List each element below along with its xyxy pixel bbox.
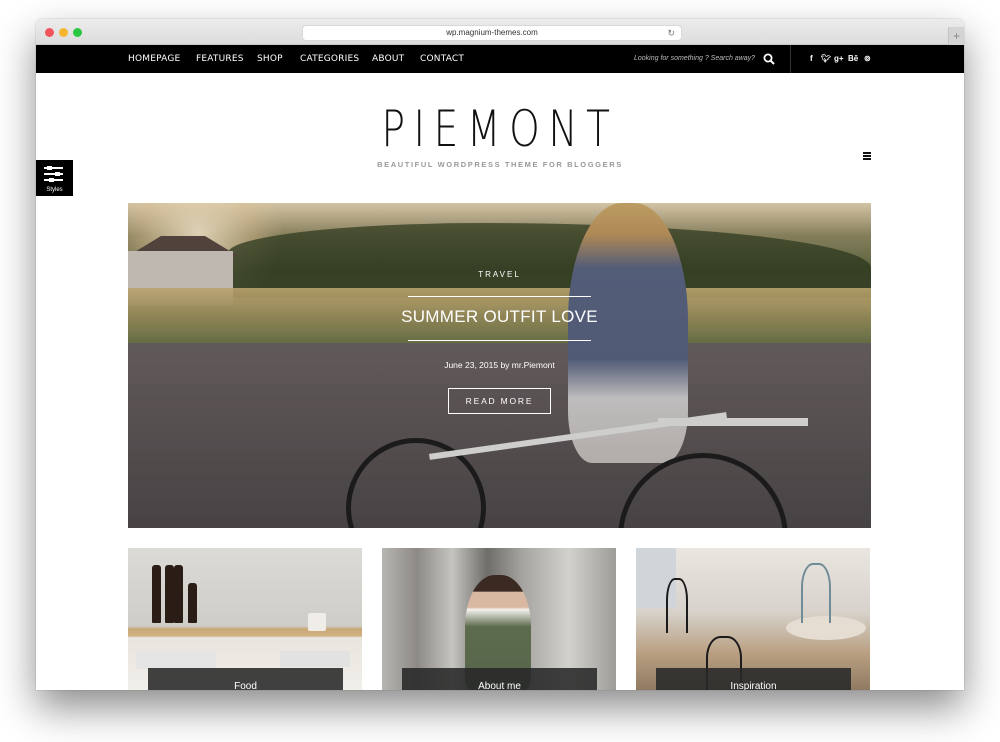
category-card-inspiration[interactable]: Inspiration <box>636 548 870 690</box>
browser-window: wp.magnium-themes.com ↻ + HOMEPAGE FEATU… <box>36 19 964 690</box>
nav-item-categories[interactable]: CATEGORIES <box>300 45 359 73</box>
search-input[interactable]: Looking for something ? Search away? <box>634 45 755 73</box>
card-image-chair <box>801 563 831 623</box>
nav-item-homepage[interactable]: HOMEPAGE <box>128 45 180 73</box>
card-image-magazines <box>136 651 216 669</box>
page-content: PIEMONT BEAUTIFUL WORDPRESS THEME FOR BL… <box>36 73 964 690</box>
card-image-bottle <box>188 583 197 623</box>
featured-post[interactable]: TRAVEL SUMMER OUTFIT LOVE June 23, 2015 … <box>128 203 871 528</box>
read-more-button[interactable]: READ MORE <box>448 388 551 414</box>
minimize-window-button[interactable] <box>59 28 68 37</box>
nav-item-features[interactable]: FEATURES <box>196 45 244 73</box>
card-image-magazines <box>280 651 350 667</box>
card-image-plant-pot <box>308 613 326 631</box>
post-category[interactable]: TRAVEL <box>128 270 871 279</box>
reload-icon[interactable]: ↻ <box>667 26 675 40</box>
pinterest-icon[interactable]: ⊚ <box>864 45 871 73</box>
card-image-chair <box>666 578 688 633</box>
address-bar[interactable]: wp.magnium-themes.com ↻ <box>302 25 682 41</box>
styles-label: Styles <box>46 187 63 193</box>
card-image-bottle <box>174 565 183 623</box>
nav-divider <box>790 45 791 73</box>
category-card-about[interactable]: About me <box>382 548 616 690</box>
slider-icon-knob <box>47 165 52 170</box>
slider-icon-knob <box>49 177 54 182</box>
slider-icon-line <box>44 173 63 175</box>
facebook-icon[interactable]: f <box>810 45 813 73</box>
new-tab-button[interactable]: + <box>948 27 964 45</box>
styles-panel-toggle[interactable]: Styles <box>36 160 73 196</box>
nav-item-about[interactable]: ABOUT <box>372 45 404 73</box>
nav-item-shop[interactable]: SHOP <box>257 45 283 73</box>
maximize-window-button[interactable] <box>73 28 82 37</box>
twitter-icon[interactable]: 🐦︎ <box>821 45 831 73</box>
divider <box>408 340 591 341</box>
site-tagline: BEAUTIFUL WORDPRESS THEME FOR BLOGGERS <box>377 160 623 169</box>
browser-titlebar: wp.magnium-themes.com ↻ + <box>36 19 964 45</box>
behance-icon[interactable]: Bē <box>848 45 858 73</box>
url-text: wp.magnium-themes.com <box>446 28 538 37</box>
category-card-food[interactable]: Food <box>128 548 362 690</box>
main-navbar: HOMEPAGE FEATURES SHOP CATEGORIES ABOUT … <box>36 45 964 73</box>
post-meta: June 23, 2015 by mr.Piemont <box>444 360 555 370</box>
search-icon[interactable] <box>763 53 775 65</box>
card-caption[interactable]: About me <box>402 668 597 690</box>
divider <box>408 296 591 297</box>
card-image-bottle <box>152 565 161 623</box>
post-title[interactable]: SUMMER OUTFIT LOVE <box>128 307 871 327</box>
close-window-button[interactable] <box>45 28 54 37</box>
card-caption[interactable]: Inspiration <box>656 668 851 690</box>
menu-hamburger-icon[interactable] <box>863 152 871 160</box>
card-caption[interactable]: Food <box>148 668 343 690</box>
site-logo[interactable]: PIEMONT <box>138 99 862 159</box>
slider-icon-knob <box>55 171 60 176</box>
nav-item-contact[interactable]: CONTACT <box>420 45 464 73</box>
card-image-bottle <box>165 565 174 623</box>
google-plus-icon[interactable]: g+ <box>834 45 844 73</box>
